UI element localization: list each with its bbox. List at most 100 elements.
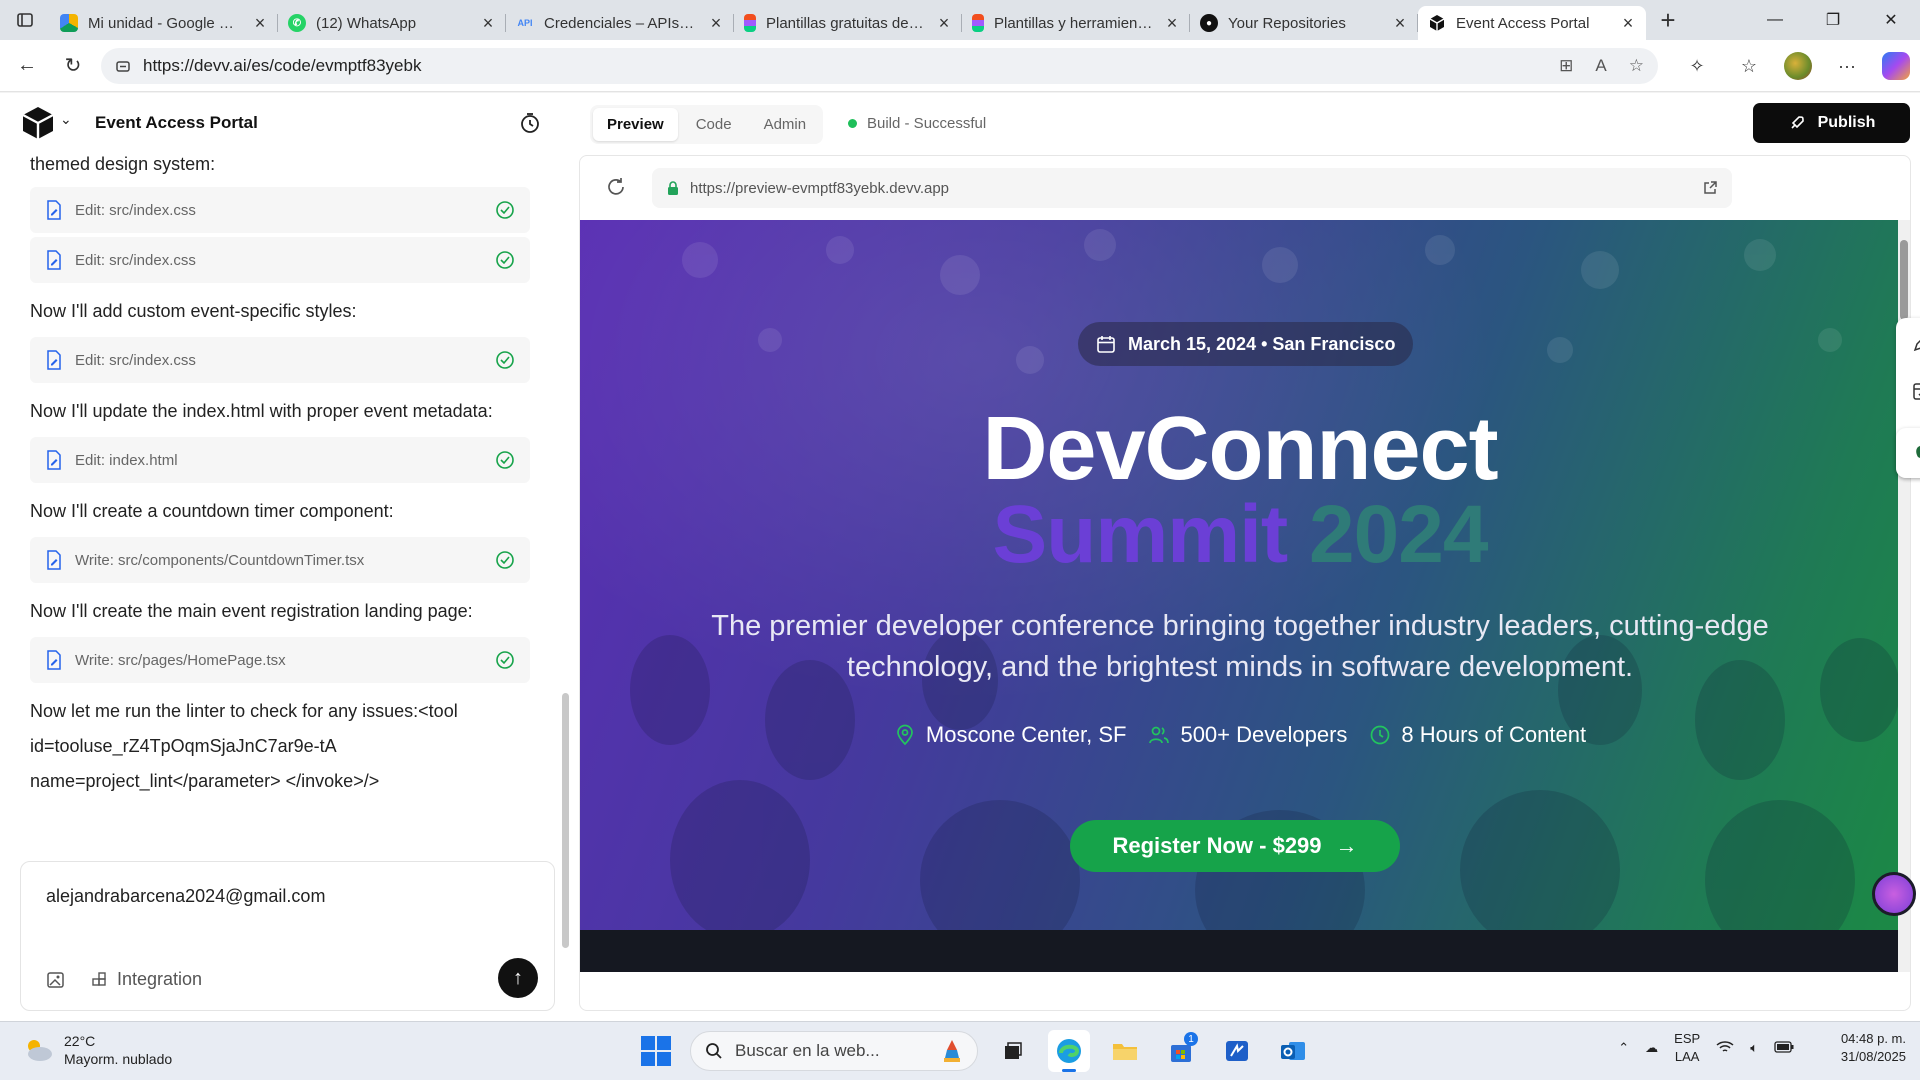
- battery-icon[interactable]: [1774, 1040, 1794, 1056]
- tool-call-card[interactable]: Write: src/pages/HomePage.tsx: [30, 637, 530, 683]
- browser-tab-event-portal[interactable]: Event Access Portal ×: [1418, 6, 1646, 40]
- app-header: ⌄ Event Access Portal Preview Code Admin…: [0, 93, 1920, 153]
- close-window-icon[interactable]: ✕: [1862, 0, 1920, 40]
- favorite-star-icon[interactable]: ☆: [1629, 56, 1644, 76]
- language-indicator[interactable]: ESP LAA: [1674, 1030, 1700, 1066]
- tab-actions-button[interactable]: [0, 0, 50, 40]
- tab-admin[interactable]: Admin: [750, 108, 821, 141]
- rocket-icon: [1791, 116, 1804, 129]
- whatsapp-icon: ✆: [288, 14, 306, 32]
- chat-message: themed design system:: [30, 154, 216, 174]
- tool-call-card[interactable]: Edit: src/index.css: [30, 187, 530, 233]
- close-tab-icon[interactable]: ×: [1620, 13, 1636, 34]
- fact-duration-text: 8 Hours of Content: [1401, 722, 1587, 747]
- chat-message: Now I'll update the index.html with prop…: [30, 401, 493, 421]
- reload-icon[interactable]: ↻: [50, 48, 96, 84]
- new-tab-button[interactable]: +: [1646, 5, 1690, 36]
- devv-icon: [1429, 15, 1445, 31]
- draw-edit-icon[interactable]: [1911, 332, 1920, 354]
- microsoft-store-icon[interactable]: 1: [1160, 1030, 1202, 1072]
- close-tab-icon[interactable]: ×: [252, 13, 268, 34]
- wifi-icon[interactable]: [1716, 1040, 1734, 1057]
- tab-code[interactable]: Code: [682, 108, 746, 141]
- browser-tab-whatsapp[interactable]: ✆ (12) WhatsApp ×: [278, 6, 506, 40]
- tab-title: Mi unidad - Google Drive: [88, 14, 242, 32]
- extensions-icon[interactable]: ✧: [1680, 48, 1714, 84]
- calendar-check-icon[interactable]: [1911, 380, 1920, 402]
- attach-image-icon[interactable]: [46, 970, 66, 990]
- restore-icon[interactable]: ❐: [1804, 0, 1862, 40]
- minimize-icon[interactable]: —: [1746, 0, 1804, 40]
- preview-toolbar: https://preview-evmptf83yebk.devv.app: [580, 156, 1910, 220]
- chat-scrollbar[interactable]: [562, 693, 569, 948]
- clock-date: 31/08/2025: [1840, 1049, 1906, 1064]
- close-tab-icon[interactable]: ×: [1392, 13, 1408, 34]
- ai-assistant-orb-icon[interactable]: [1872, 872, 1916, 916]
- search-placeholder: Buscar en la web...: [735, 1041, 880, 1060]
- site-info-icon[interactable]: [115, 58, 131, 74]
- browser-tab-github[interactable]: ● Your Repositories ×: [1190, 6, 1418, 40]
- chevron-down-icon[interactable]: ⌄: [60, 111, 72, 128]
- chat-composer[interactable]: alejandrabarcena2024@gmail.com Integrati…: [20, 861, 555, 1011]
- url-text[interactable]: https://devv.ai/es/code/evmptf83yebk: [143, 56, 1547, 76]
- favorites-icon[interactable]: ☆: [1732, 48, 1766, 84]
- clock-icon: [1371, 725, 1390, 745]
- back-icon[interactable]: ←: [4, 48, 50, 84]
- register-button[interactable]: Register Now - $299 →: [1070, 820, 1400, 872]
- check-circle-icon: [496, 651, 514, 669]
- task-view-icon[interactable]: [992, 1030, 1034, 1072]
- browser-tab-google-drive[interactable]: Mi unidad - Google Drive ×: [50, 6, 278, 40]
- start-button[interactable]: [636, 1031, 676, 1071]
- edge-browser-icon[interactable]: [1048, 1030, 1090, 1072]
- read-aloud-icon[interactable]: A: [1595, 56, 1606, 76]
- weather-widget[interactable]: 22°C Mayorm. nublado: [22, 1032, 172, 1068]
- publish-button[interactable]: Publish: [1753, 103, 1910, 143]
- history-icon[interactable]: [518, 111, 542, 135]
- composer-input[interactable]: alejandrabarcena2024@gmail.com: [46, 886, 325, 907]
- integration-button[interactable]: Integration: [91, 969, 202, 990]
- view-tabs: Preview Code Admin: [590, 105, 824, 144]
- volume-icon[interactable]: 🔈︎: [1750, 1040, 1758, 1056]
- browser-tab-credentials[interactable]: API Credenciales – APIs y servicios ×: [506, 6, 734, 40]
- tool-call-card[interactable]: Edit: src/index.css: [30, 237, 530, 283]
- check-circle-icon: [496, 201, 514, 219]
- address-bar[interactable]: https://devv.ai/es/code/evmptf83yebk ⊞ A…: [101, 48, 1658, 84]
- hero-title-secondary: Summit 2024: [580, 488, 1900, 582]
- chat-message: Now I'll create a countdown timer compon…: [30, 501, 394, 521]
- chat-message: Now I'll add custom event-specific style…: [30, 301, 357, 321]
- window-controls: — ❐ ✕: [1746, 0, 1920, 40]
- close-tab-icon[interactable]: ×: [1164, 13, 1180, 34]
- close-tab-icon[interactable]: ×: [708, 13, 724, 34]
- profile-avatar[interactable]: [1784, 52, 1812, 80]
- remote-app-icon[interactable]: [1216, 1030, 1258, 1072]
- more-menu-icon[interactable]: ···: [1830, 48, 1864, 84]
- refresh-icon[interactable]: [605, 176, 627, 198]
- figma-icon: [744, 14, 756, 32]
- browser-tab-figma-1[interactable]: Plantillas gratuitas de diseño ×: [734, 6, 962, 40]
- devv-logo-icon[interactable]: [20, 105, 56, 141]
- file-explorer-icon[interactable]: [1104, 1030, 1146, 1072]
- tool-call-card[interactable]: Write: src/components/CountdownTimer.tsx: [30, 537, 530, 583]
- close-tab-icon[interactable]: ×: [936, 13, 952, 34]
- app-available-icon[interactable]: ⊞: [1559, 56, 1573, 76]
- tool-call-card[interactable]: Edit: src/index.css: [30, 337, 530, 383]
- preview-url-bar[interactable]: https://preview-evmptf83yebk.devv.app: [652, 168, 1732, 208]
- extension-leaf-icon[interactable]: [1910, 441, 1920, 465]
- external-link-icon[interactable]: [1702, 180, 1718, 196]
- copilot-icon[interactable]: [1882, 52, 1910, 80]
- chevron-up-icon[interactable]: ⌃: [1618, 1040, 1629, 1056]
- browser-tab-figma-2[interactable]: Plantillas y herramientas ×: [962, 6, 1190, 40]
- onedrive-cloud-icon[interactable]: ☁: [1645, 1040, 1658, 1056]
- tool-call-card[interactable]: Edit: index.html: [30, 437, 530, 483]
- chat-message: Now I'll create the main event registrat…: [30, 601, 473, 621]
- preview-scroll-thumb[interactable]: [1900, 240, 1908, 320]
- taskbar-search[interactable]: Buscar en la web...: [690, 1031, 978, 1071]
- clock[interactable]: 04:48 p. m. 31/08/2025: [1810, 1030, 1906, 1066]
- tab-preview[interactable]: Preview: [593, 108, 678, 141]
- file-edit-icon: [47, 450, 61, 470]
- outlook-icon[interactable]: [1272, 1030, 1314, 1072]
- users-icon: [1149, 726, 1170, 744]
- close-tab-icon[interactable]: ×: [480, 13, 496, 34]
- tab-title: Plantillas y herramientas: [994, 14, 1154, 32]
- send-button[interactable]: ↑: [498, 958, 538, 998]
